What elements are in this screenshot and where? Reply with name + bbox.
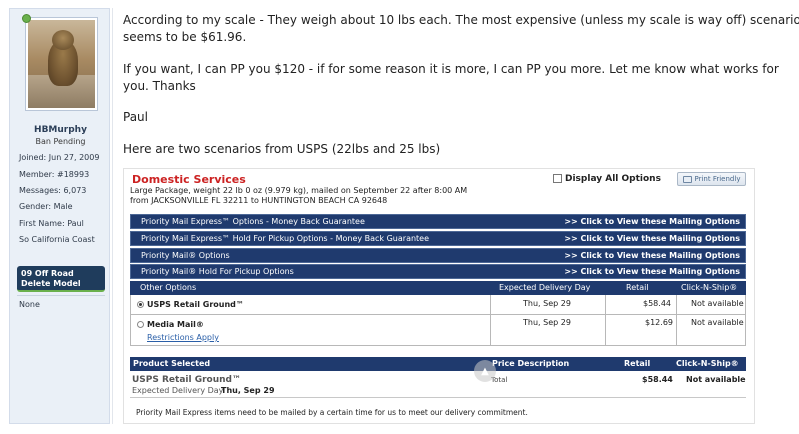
scroll-up-icon[interactable]: ▲ <box>474 360 496 382</box>
messages-info: Messages: 6,073 <box>19 186 87 195</box>
band-label: Priority Mail Express™ Hold For Pickup O… <box>141 234 430 243</box>
option-day: Thu, Sep 29 <box>523 299 571 308</box>
selected-retail: $58.44 <box>642 375 673 384</box>
product-selected-header: Product Selected Price Description Retai… <box>130 357 746 371</box>
col-price-desc: Price Description <box>492 359 570 368</box>
divider <box>130 397 746 398</box>
avatar-image <box>28 20 95 108</box>
user-title: Ban Pending <box>35 137 86 146</box>
message-line: If you want, I can PP you $120 - if for … <box>123 62 779 76</box>
option-name[interactable]: Media Mail® <box>147 320 204 329</box>
col-product: Product Selected <box>133 359 211 368</box>
message-line: you. Thanks <box>123 79 196 93</box>
restrictions-link[interactable]: Restrictions Apply <box>147 333 219 342</box>
message-line: According to my scale - They weigh about… <box>123 13 799 27</box>
band-link[interactable]: >> Click to View these Mailing Options <box>564 267 740 276</box>
col-divider <box>676 295 677 346</box>
display-all-checkbox[interactable] <box>553 174 562 183</box>
band-label: Priority Mail Express™ Options - Money B… <box>141 217 365 226</box>
user-sidebar: HBMurphy Ban Pending Joined: Jun 27, 200… <box>9 8 110 424</box>
option-retail: $12.69 <box>645 318 673 327</box>
edd-label: Expected Delivery Day <box>132 386 224 395</box>
printer-icon <box>682 175 692 183</box>
band-link[interactable]: >> Click to View these Mailing Options <box>564 251 740 260</box>
message-line: Paul <box>123 110 148 124</box>
band-link[interactable]: >> Click to View these Mailing Options <box>564 234 740 243</box>
col-divider <box>605 295 606 346</box>
joined-info: Joined: Jun 27, 2009 <box>19 153 100 162</box>
message-line: seems to be $61.96. <box>123 30 247 44</box>
avatar[interactable] <box>25 17 98 111</box>
mailing-option-band[interactable]: Priority Mail Express™ Hold For Pickup O… <box>130 231 746 246</box>
col-retail: Retail <box>624 359 651 368</box>
member-info: Member: #18993 <box>19 170 90 179</box>
edd-value: Thu, Sep 29 <box>221 386 275 395</box>
band-link[interactable]: >> Click to View these Mailing Options <box>564 217 740 226</box>
col-other-options: Other Options <box>140 283 197 292</box>
package-description: Large Package, weight 22 lb 0 oz (9.979 … <box>130 186 468 195</box>
gender-info: Gender: Male <box>19 202 73 211</box>
mailing-option-band[interactable]: Priority Mail® Options >> Click to View … <box>130 248 746 263</box>
col-divider <box>490 295 491 346</box>
divider <box>17 295 105 296</box>
print-friendly-button[interactable]: Print Friendly <box>677 172 746 186</box>
retail-ground-radio[interactable] <box>137 301 144 308</box>
display-all-label[interactable]: Display All Options <box>565 174 661 184</box>
col-retail: Retail <box>626 283 649 292</box>
option-day: Thu, Sep 29 <box>523 318 571 327</box>
col-click-n-ship: Click-N-Ship® <box>681 283 738 292</box>
first-name-info: First Name: Paul <box>19 219 84 228</box>
option-retail: $58.44 <box>643 299 671 308</box>
print-friendly-label: Print Friendly <box>694 175 741 183</box>
row-divider <box>130 314 746 315</box>
media-mail-radio[interactable] <box>137 321 144 328</box>
option-name[interactable]: USPS Retail Ground™ <box>147 300 244 309</box>
option-cns: Not available <box>691 318 744 327</box>
col-delivery-day: Expected Delivery Day <box>499 283 591 292</box>
none-label: None <box>19 300 40 309</box>
other-options-header: Other Options Expected Delivery Day Reta… <box>130 281 746 295</box>
message-line: Here are two scenarios from USPS (22lbs … <box>123 142 441 156</box>
online-status-icon <box>22 14 31 23</box>
mailing-option-band[interactable]: Priority Mail® Hold For Pickup Options >… <box>130 264 746 279</box>
selected-product-name: USPS Retail Ground™ <box>132 375 241 385</box>
band-label: Priority Mail® Options <box>141 251 230 260</box>
col-click-n-ship: Click-N-Ship® <box>676 359 739 368</box>
band-label: Priority Mail® Hold For Pickup Options <box>141 267 294 276</box>
route-description: from JACKSONVILLE FL 32211 to HUNTINGTON… <box>130 196 388 205</box>
location-info: So California Coast <box>19 235 95 244</box>
vehicle-badge[interactable]: 09 Off Road Delete Model <box>17 266 105 292</box>
domestic-services-title: Domestic Services <box>132 173 246 186</box>
mailing-option-band[interactable]: Priority Mail Express™ Options - Money B… <box>130 214 746 229</box>
selected-cns: Not available <box>686 375 746 384</box>
footnote: Priority Mail Express items need to be m… <box>136 408 528 417</box>
username[interactable]: HBMurphy <box>10 125 111 135</box>
option-cns: Not available <box>691 299 744 308</box>
